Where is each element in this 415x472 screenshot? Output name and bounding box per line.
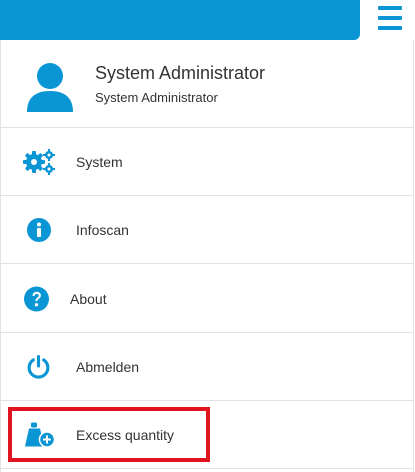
power-icon bbox=[27, 354, 50, 379]
top-bar bbox=[0, 0, 360, 40]
menu-item-label: About bbox=[70, 290, 107, 307]
side-menu: System Administrator System Administrato… bbox=[0, 40, 414, 472]
user-avatar-icon bbox=[27, 63, 73, 112]
menu-item-label: Abmelden bbox=[76, 358, 140, 375]
gears-icon bbox=[23, 148, 55, 175]
menu-item-abmelden[interactable]: Abmelden bbox=[1, 333, 413, 401]
info-icon bbox=[27, 217, 51, 242]
weight-add-icon bbox=[25, 422, 55, 448]
menu-item-label: Infoscan bbox=[76, 221, 129, 238]
menu-item-label: Excess quantity bbox=[76, 426, 175, 443]
user-name: System Administrator bbox=[95, 63, 266, 83]
menu-item-system[interactable]: System bbox=[1, 128, 413, 196]
user-profile: System Administrator System Administrato… bbox=[1, 40, 413, 128]
menu-item-infoscan[interactable]: Infoscan bbox=[1, 196, 413, 264]
question-icon bbox=[24, 286, 49, 311]
menu-item-about[interactable]: About bbox=[1, 265, 413, 333]
menu-toggle-button[interactable] bbox=[378, 6, 402, 32]
user-role: System Administrator bbox=[95, 90, 218, 105]
menu-item-excess-quantity[interactable]: Excess quantity bbox=[1, 401, 413, 469]
menu-item-label: System bbox=[76, 153, 123, 170]
